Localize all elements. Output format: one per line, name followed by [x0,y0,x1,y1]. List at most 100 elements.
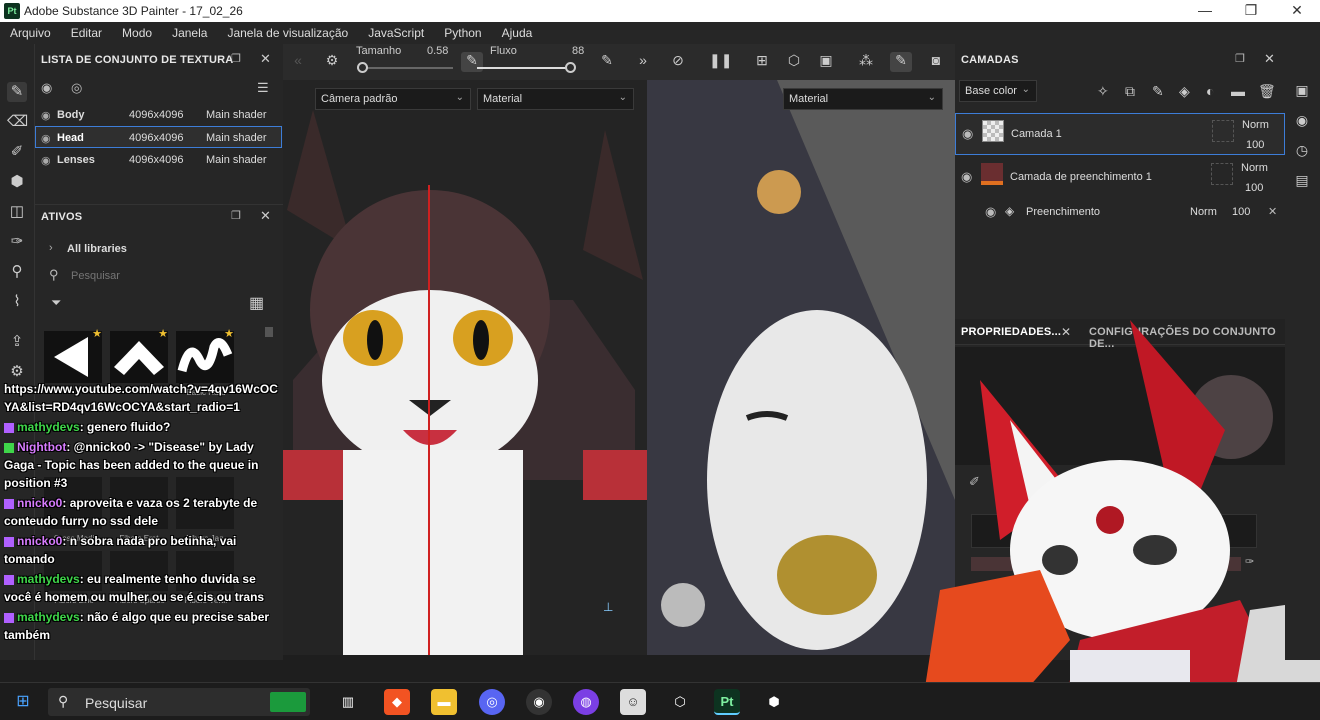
hide-icon[interactable]: ⊘ [667,52,689,72]
bake-icon[interactable]: ⚙ [7,362,27,382]
windows-start-icon[interactable]: ⊞ [10,689,36,715]
flow-slider-knob[interactable] [565,62,576,73]
color-picker-icon[interactable]: ⌇ [7,292,27,312]
history-icon[interactable]: ◷ [1293,142,1311,160]
menu-ajuda[interactable]: Ajuda [502,26,533,40]
eye-icon[interactable]: ◉ [962,126,973,142]
flow-pen-icon[interactable]: ✎ [596,52,618,72]
paint-brush-icon[interactable]: ✎ [7,82,27,102]
all-libraries-link[interactable]: All libraries [67,243,127,255]
geometry-fill-icon[interactable]: ⬢ [7,172,27,192]
folder-icon[interactable]: ▬ [1231,83,1245,99]
camera-icon[interactable]: ▣ [815,52,837,72]
layer-row[interactable]: ◉ Camada de preenchimento 1 Norm 100 [955,157,1285,199]
menu-javascript[interactable]: JavaScript [368,26,424,40]
eraser-icon[interactable]: ⌫ [7,112,28,132]
brush-tile[interactable]: ★ Basic Hard [176,328,234,397]
stamp-icon[interactable]: ⚲ [7,262,27,282]
effects-icon[interactable]: ✧ [1097,83,1109,100]
cube-icon[interactable]: ⬡ [783,52,805,72]
viewport-3d[interactable]: Câmera padrão ⌄ Material ⌄ ⊥ [283,80,647,655]
unity-hub-icon[interactable]: ⬡ [667,689,693,715]
material-dropdown-2d[interactable]: Material ⌄ [783,88,943,110]
projection-icon[interactable]: ✐ [7,142,27,162]
material-dropdown-3d[interactable]: Material ⌄ [477,88,634,110]
size-slider-knob[interactable] [356,62,368,73]
grid-view-icon[interactable]: ▦ [249,293,264,313]
remove-icon[interactable]: ✕ [1268,205,1277,218]
export-icon[interactable]: ⇪ [7,332,27,352]
menu-arquivo[interactable]: Arquivo [10,26,51,40]
size-slider[interactable] [357,67,453,69]
eye-icon[interactable]: ◉ [985,204,996,220]
blend-mode[interactable]: Norm [1241,162,1268,174]
camera-dropdown[interactable]: Câmera padrão ⌄ [315,88,471,110]
display-settings-icon[interactable]: ▣ [1293,82,1311,100]
size-pen-icon[interactable]: ✎ [461,52,483,72]
menu-modo[interactable]: Modo [122,26,152,40]
close-panel-icon[interactable]: ✕ [1264,51,1275,67]
brush-icon[interactable]: ✎ [890,52,912,72]
substance-painter-taskbar-icon[interactable]: Pt [714,689,740,715]
chat-app-icon[interactable]: ◍ [573,689,599,715]
blend-mode[interactable]: Norm [1242,119,1269,131]
visibility-icon[interactable]: ◉ [41,80,52,96]
eye-icon[interactable]: ◉ [41,132,51,145]
assets-search-input[interactable] [71,267,271,285]
undock-icon[interactable]: ❐ [231,52,241,65]
smudge-icon[interactable]: ◫ [7,202,27,222]
layer-opacity[interactable]: 100 [1246,139,1264,151]
undock-icon[interactable]: ❐ [231,209,241,222]
obs-icon[interactable]: ◉ [526,689,552,715]
clone-icon[interactable]: ✑ [7,232,27,252]
chevron-right-icon[interactable]: › [49,242,53,254]
log-icon[interactable]: ▤ [1293,172,1311,190]
fill-opacity[interactable]: 100 [1232,206,1250,218]
delete-icon[interactable]: 🗑 [1258,83,1276,100]
particles-icon[interactable]: ⁂ [855,52,877,72]
smart-material-icon[interactable]: ◐ [1206,83,1214,99]
texture-row-lenses[interactable]: ◉ Lenses 4096x4096 Main shader [35,149,282,171]
mask-slot[interactable] [1212,120,1234,142]
close-window-button[interactable]: ✕ [1282,2,1312,19]
discord-icon[interactable]: ◎ [479,689,505,715]
fill-layer-icon[interactable]: ◈ [1179,83,1190,100]
eye-icon[interactable]: ◉ [961,169,972,185]
collapse-left-icon[interactable]: « [287,52,309,72]
menu-janela[interactable]: Janela [172,26,207,40]
layer-row[interactable]: ◉ Camada 1 Norm 100 [955,113,1285,155]
vtuber-app-icon[interactable]: ☺ [620,689,646,715]
fill-effect-row[interactable]: ◉ ◈ Preenchimento Norm 100 ✕ [955,201,1285,223]
menu-editar[interactable]: Editar [71,26,102,40]
mask-slot[interactable] [1211,163,1233,185]
pause-icon[interactable]: ❚❚ [709,52,732,72]
game-icon[interactable]: ⬢ [761,689,787,715]
mask-icon[interactable]: ⧉ [1125,83,1135,100]
texture-row-body[interactable]: ◉ Body 4096x4096 Main shader [35,104,282,126]
eye-icon[interactable]: ◉ [41,109,51,122]
fill-blend[interactable]: Norm [1190,206,1217,218]
channel-dropdown[interactable]: Base color ⌄ [959,80,1037,102]
minimize-button[interactable]: — [1190,2,1220,18]
close-panel-icon[interactable]: ✕ [260,208,271,224]
brush-tile[interactable]: ★ [110,328,168,383]
brush-tile[interactable]: ★ [44,328,102,383]
maximize-button[interactable]: ❐ [1236,2,1266,19]
brush-settings-icon[interactable]: ⚙ [321,52,343,72]
layer-opacity[interactable]: 100 [1245,182,1263,194]
file-explorer-icon[interactable]: ▬ [431,689,457,715]
viewport-2d[interactable]: Material ⌄ [647,80,955,655]
menu-python[interactable]: Python [444,26,481,40]
brave-browser-icon[interactable]: ◆ [384,689,410,715]
menu-icon[interactable]: ☰ [257,80,269,96]
scrollbar[interactable] [265,327,273,337]
texture-row-head[interactable]: ◉ Head 4096x4096 Main shader [35,126,282,148]
screenshot-icon[interactable]: ◙ [925,52,947,72]
shader-settings-icon[interactable]: ◉ [1293,112,1311,130]
task-view-icon[interactable]: ▥ [335,689,361,715]
close-panel-icon[interactable]: ✕ [260,51,271,67]
filter-icon[interactable]: ⏷ [51,295,61,311]
symmetry-icon[interactable]: ⊞ [751,52,773,72]
eye-icon[interactable]: ◉ [41,154,51,167]
menu-janela-visualizacao[interactable]: Janela de visualização [227,26,348,40]
